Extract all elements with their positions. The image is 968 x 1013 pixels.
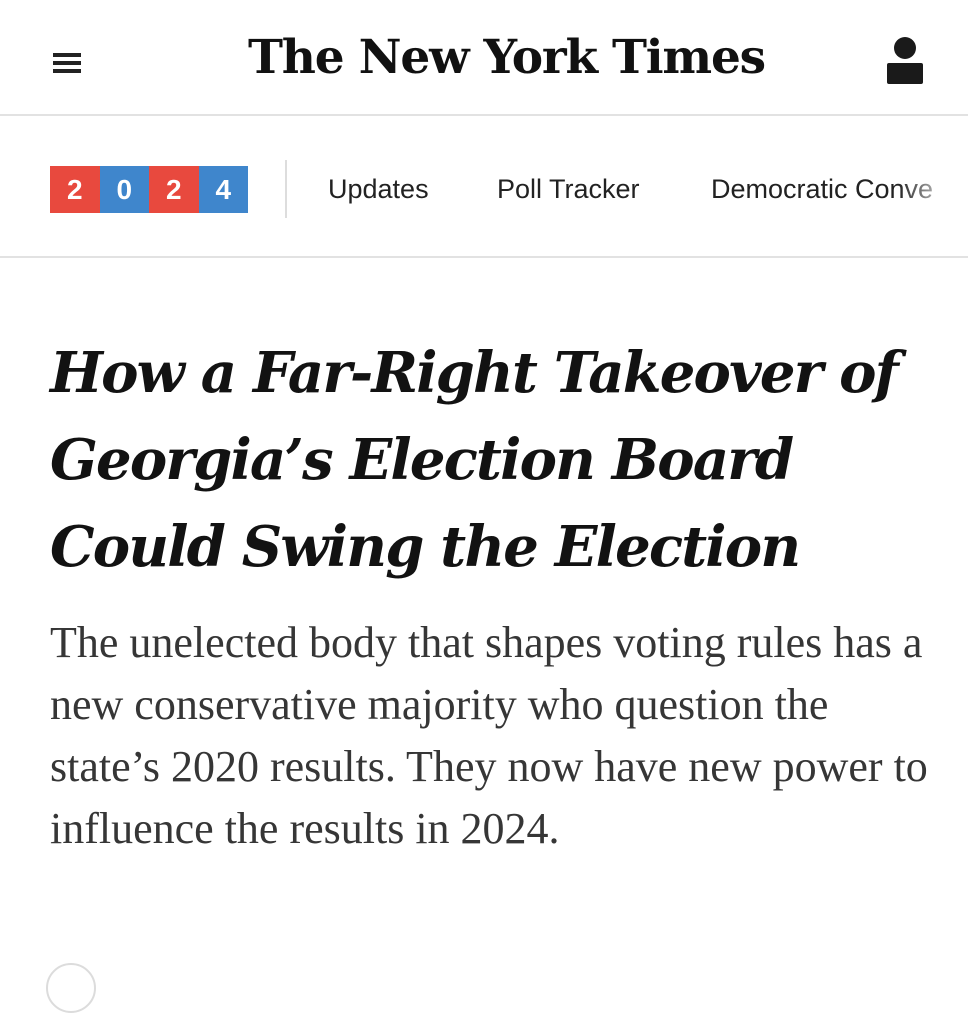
hamburger-menu-icon[interactable] <box>50 46 86 76</box>
nav-link-poll-tracker[interactable]: Poll Tracker <box>497 172 640 206</box>
election-2024-logo[interactable]: 2 0 2 4 <box>50 166 248 213</box>
nav-link-democratic-convention[interactable]: Democratic Conve <box>711 172 933 206</box>
year-digit: 0 <box>99 166 149 213</box>
nav-link-updates[interactable]: Updates <box>328 172 429 206</box>
article-summary: The unelected body that shapes voting ru… <box>50 618 928 853</box>
year-digit: 2 <box>149 166 199 213</box>
share-button[interactable] <box>46 963 96 1013</box>
nav-divider <box>285 160 287 218</box>
section-nav: 2 0 2 4 Updates Poll Tracker Democratic … <box>0 116 968 258</box>
masthead: The New York Times <box>0 0 968 116</box>
article-headline: How a Far-Right Takeover of Georgia’s El… <box>50 340 899 580</box>
year-digit: 4 <box>198 166 248 213</box>
year-digit: 2 <box>50 166 100 213</box>
nyt-logo[interactable]: The New York Times <box>248 26 766 90</box>
person-icon[interactable] <box>884 34 926 86</box>
